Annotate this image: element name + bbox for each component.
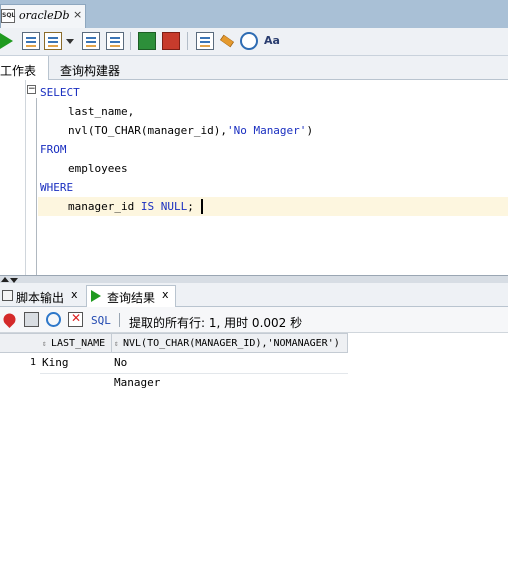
toolbar-separator — [130, 32, 131, 50]
code-line-select: SELECT — [40, 86, 80, 99]
code-string-literal: 'No Manager' — [226, 124, 307, 137]
commit-icon[interactable] — [138, 32, 156, 50]
sort-icon: ⇕ — [42, 339, 47, 348]
sort-icon: ⇕ — [114, 339, 119, 348]
code-line-table: employees — [68, 162, 128, 175]
tab-query-result[interactable]: 查询结果 x — [86, 285, 176, 307]
delete-icon[interactable] — [68, 311, 83, 327]
script-output-icon — [2, 290, 13, 301]
column-header-last-name[interactable]: ⇕ LAST_NAME — [40, 334, 112, 353]
column-header-nvl[interactable]: ⇕ NVL(TO_CHAR(MANAGER_ID),'NOMANAGER') — [112, 334, 348, 353]
text-caret — [201, 199, 203, 214]
fold-collapse-icon[interactable]: − — [27, 85, 36, 94]
toolbar-separator — [187, 32, 188, 50]
close-icon[interactable]: x — [162, 288, 169, 301]
close-icon[interactable]: x — [71, 288, 78, 301]
row-number: 1 — [30, 357, 37, 368]
format-icon[interactable]: Aa — [263, 32, 281, 50]
editor-gutter — [0, 80, 26, 275]
tab-worksheet[interactable]: 工作表 — [0, 56, 49, 80]
panel-splitter[interactable] — [0, 275, 508, 283]
explain-plan-icon[interactable] — [82, 32, 100, 50]
code-line-nvl: nvl(TO_CHAR(manager_id),'No Manager') — [68, 121, 313, 140]
output-tabs: 脚本输出 x 查询结果 x — [0, 283, 508, 307]
code-semicolon: ; — [187, 200, 194, 213]
code-line-condition: manager_id IS NULL; — [68, 197, 194, 216]
close-icon[interactable]: × — [73, 8, 82, 21]
sql-file-icon: SQL — [1, 9, 15, 23]
column-header-label: NVL(TO_CHAR(MANAGER_ID),'NOMANAGER') — [123, 338, 340, 349]
sql-link[interactable]: SQL — [91, 314, 111, 327]
code-line-last-name: last_name, — [68, 105, 135, 118]
grid-header: ⇕ LAST_NAME ⇕ NVL(TO_CHAR(MANAGER_ID),'NOM… — [0, 333, 348, 353]
pin-icon[interactable] — [1, 311, 18, 328]
toolbar-separator — [119, 313, 120, 327]
chevron-down-icon[interactable] — [66, 39, 74, 44]
fold-line — [36, 98, 37, 275]
tab-query-result-label: 查询结果 — [107, 291, 156, 305]
tab-script-output-label: 脚本输出 — [16, 291, 65, 305]
fetch-status-message: 提取的所有行: 1, 用时 0.002 秒 — [129, 316, 303, 330]
run-result-icon — [91, 290, 101, 302]
history-clock-icon[interactable] — [240, 32, 258, 50]
document-tab-strip: SQL oracleDb × — [0, 0, 508, 28]
code-is-null: IS NULL — [140, 200, 188, 213]
refresh-icon[interactable] — [46, 312, 61, 327]
worksheet-toolbar: Aa — [0, 28, 508, 56]
document-tab-title: oracleDb — [19, 9, 70, 22]
sql-tuning-icon[interactable] — [106, 32, 124, 50]
code-line-where: WHERE — [40, 181, 74, 194]
row-divider — [40, 373, 348, 374]
code-paren: ) — [306, 124, 314, 137]
print-icon[interactable] — [24, 312, 39, 327]
run-script-icon[interactable] — [22, 32, 40, 50]
clear-icon[interactable] — [220, 34, 234, 48]
tab-query-builder-label: 查询构建器 — [60, 64, 121, 78]
code-line-from: FROM — [40, 143, 67, 156]
tab-script-output[interactable]: 脚本输出 x — [0, 285, 84, 307]
run-statement-icon[interactable] — [0, 33, 13, 49]
sql-editor[interactable]: − SELECT last_name, nvl(TO_CHAR(manager_… — [0, 80, 508, 275]
rollback-icon[interactable] — [162, 32, 180, 50]
autotrace-icon[interactable] — [44, 32, 62, 50]
code-column: manager_id — [68, 200, 141, 213]
table-cell-last-name[interactable]: King — [42, 353, 69, 373]
worksheet-tabs: 工作表 查询构建器 — [0, 56, 508, 80]
tab-worksheet-label: 工作表 — [0, 64, 37, 78]
results-toolbar: SQL 提取的所有行: 1, 用时 0.002 秒 — [0, 307, 508, 333]
table-cell-nvl[interactable]: No Manager — [114, 353, 160, 389]
expand-up-icon[interactable] — [1, 277, 9, 282]
document-tab-oracledb[interactable]: SQL oracleDb × — [0, 4, 86, 28]
code-nvl-call: nvl(TO_CHAR(manager_id), — [68, 124, 227, 137]
column-header-label: LAST_NAME — [51, 338, 106, 349]
sql-history-icon[interactable] — [196, 32, 214, 50]
